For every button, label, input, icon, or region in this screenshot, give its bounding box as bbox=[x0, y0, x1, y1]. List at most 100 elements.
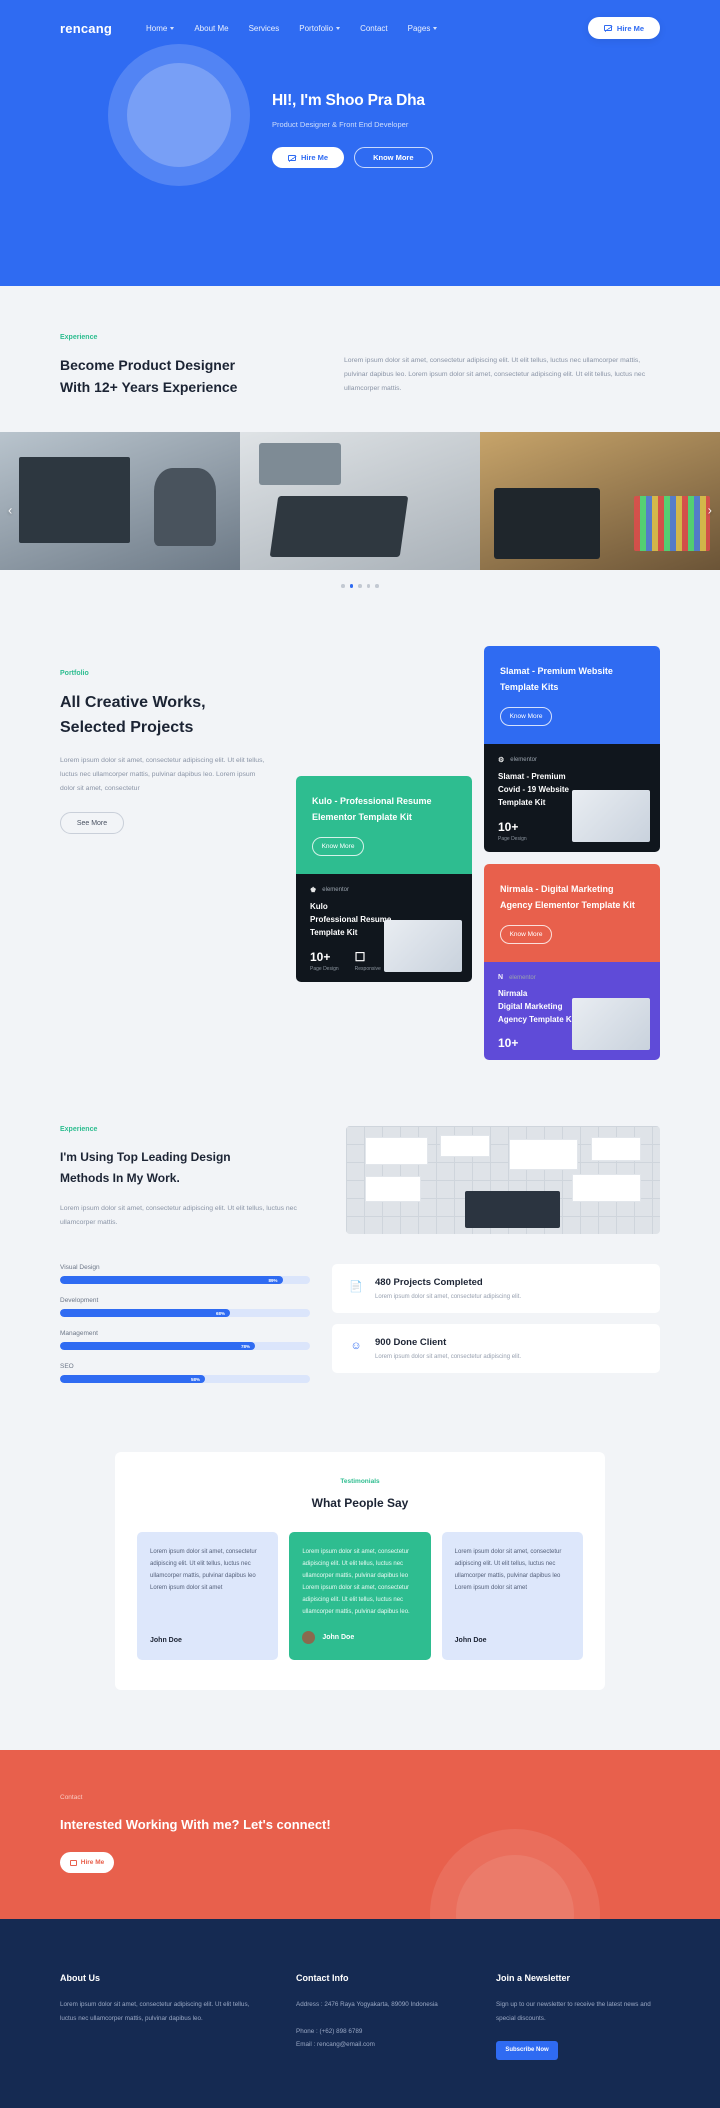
portfolio-heading: All Creative Works, Selected Projects bbox=[60, 691, 268, 741]
cta-hire-me-button[interactable]: Hire Me bbox=[60, 1852, 114, 1874]
hero-hire-me-button[interactable]: Hire Me bbox=[272, 147, 345, 168]
skill-development-bar: 68% bbox=[60, 1309, 310, 1318]
portfolio-card-kulo-know-more-button[interactable]: Know More bbox=[312, 837, 364, 857]
experience-right: Lorem ipsum dolor sit amet, consectetur … bbox=[344, 334, 660, 398]
testimonial-card-2-name: John Doe bbox=[322, 1634, 355, 1642]
portfolio-see-more-button[interactable]: See More bbox=[60, 812, 124, 835]
skill-visual-design-label: Visual Design bbox=[60, 1264, 100, 1272]
skill-management-pct: 78% bbox=[240, 1343, 250, 1349]
portfolio-card-nirmala-brand: elementor bbox=[509, 974, 536, 981]
carousel-dot-1[interactable] bbox=[349, 584, 354, 588]
nav-item-portofolio[interactable]: Portofolio bbox=[299, 23, 341, 33]
testimonial-card-2: Lorem ipsum dolor sit amet, consectetur … bbox=[289, 1532, 431, 1661]
skill-visual-design: Visual Design 89% bbox=[60, 1264, 310, 1285]
portfolio-eyebrow: Portfolio bbox=[60, 669, 89, 677]
testimonial-card-3-quote: Lorem ipsum dolor sit amet, consectetur … bbox=[454, 1549, 562, 1592]
portfolio-card-slamat-preview: ⚙ elementor Slamat - Premium Covid - 19 … bbox=[484, 744, 660, 852]
letter-n-icon: N bbox=[498, 974, 504, 982]
portfolio-cards: Kulo - Professional Resume Elementor Tem… bbox=[296, 645, 660, 1061]
portfolio-card-kulo-preview: ♚ elementor Kulo Professional Resume Tem… bbox=[296, 874, 472, 982]
testimonials-grid: Lorem ipsum dolor sit amet, consectetur … bbox=[137, 1532, 583, 1661]
nav-item-contact[interactable]: Contact bbox=[360, 24, 388, 33]
smiley-icon: ☺ bbox=[350, 1340, 362, 1353]
stats-cards: 📄 480 Projects Completed Lorem ipsum dol… bbox=[332, 1264, 660, 1374]
skill-development-pct: 68% bbox=[215, 1310, 225, 1316]
envelope-icon bbox=[288, 154, 297, 162]
footer-about-heading: About Us bbox=[60, 1973, 100, 1984]
nav-item-about-me-label: About Me bbox=[194, 23, 229, 33]
envelope-icon bbox=[603, 25, 613, 32]
footer-contact-phone[interactable]: Phone : (+62) 898 6789 bbox=[296, 2025, 460, 2038]
skills-and-stats: Visual Design 89% Development 68% Manage… bbox=[60, 1264, 660, 1396]
carousel-slide-2[interactable] bbox=[240, 432, 480, 571]
portfolio-card-slamat-brand: elementor bbox=[510, 757, 537, 764]
portfolio-card-kulo[interactable]: Kulo - Professional Resume Elementor Tem… bbox=[296, 775, 472, 982]
stat-card-clients-desc: Lorem ipsum dolor sit amet, consectetur … bbox=[375, 1354, 522, 1361]
footer-subscribe-button[interactable]: Subscribe Now bbox=[496, 2040, 558, 2060]
portfolio-card-slamat-thumbnail bbox=[572, 789, 650, 842]
nav-item-home[interactable]: Home bbox=[146, 24, 175, 33]
portfolio-card-slamat[interactable]: Slamat - Premium Website Template Kits K… bbox=[484, 645, 660, 852]
hero-body: HI!, I'm Shoo Pra Dha Product Designer &… bbox=[0, 44, 720, 286]
portfolio-card-slamat-know-more-button[interactable]: Know More bbox=[500, 707, 552, 727]
portfolio-heading-line1: All Creative Works, bbox=[60, 693, 206, 711]
skill-seo-bar: 58% bbox=[60, 1375, 310, 1384]
testimonial-card-1: Lorem ipsum dolor sit amet, consectetur … bbox=[137, 1532, 279, 1661]
portfolio-card-nirmala-stat1-number: 10+ bbox=[498, 1036, 519, 1051]
carousel-next-arrow[interactable]: › bbox=[708, 503, 712, 518]
portfolio-card-slamat-title-line1: Slamat - Premium Website bbox=[500, 665, 613, 676]
skill-seo-label: SEO bbox=[60, 1363, 74, 1371]
portfolio-heading-line2: Selected Projects bbox=[60, 718, 194, 736]
cta-hire-me-label: Hire Me bbox=[80, 1859, 105, 1867]
nav-item-portofolio-label: Portofolio bbox=[299, 23, 334, 33]
methods-heading-line2: Methods In My Work. bbox=[60, 1170, 180, 1185]
image-carousel: ‹ › bbox=[0, 432, 720, 588]
skill-seo-pct: 58% bbox=[190, 1376, 200, 1382]
hero-know-more-button[interactable]: Know More bbox=[354, 147, 433, 168]
skill-visual-design-pct: 89% bbox=[268, 1277, 278, 1283]
carousel-dot-2[interactable] bbox=[358, 584, 362, 588]
hero-avatar-circle bbox=[108, 44, 250, 186]
carousel-dot-3[interactable] bbox=[366, 584, 371, 588]
envelope-icon bbox=[69, 1860, 77, 1866]
hero-section: rencang Home About Me Services Portofoli… bbox=[0, 0, 720, 286]
avatar bbox=[302, 1631, 316, 1645]
portfolio-card-kulo-brand: elementor bbox=[322, 887, 349, 894]
gear-icon: ⚙ bbox=[498, 757, 505, 765]
skill-management-label: Management bbox=[60, 1330, 98, 1338]
portfolio-column-left: Kulo - Professional Resume Elementor Tem… bbox=[296, 646, 472, 1061]
portfolio-paragraph: Lorem ipsum dolor sit amet, consectetur … bbox=[60, 757, 265, 793]
experience-paragraph: Lorem ipsum dolor sit amet, consectetur … bbox=[344, 357, 646, 392]
portfolio-card-kulo-stat1-number: 10+ bbox=[310, 949, 331, 964]
carousel-prev-arrow[interactable]: ‹ bbox=[8, 503, 12, 518]
testimonials-section: Testimonials What People Say Lorem ipsum… bbox=[0, 1396, 720, 1751]
carousel-dot-4[interactable] bbox=[375, 584, 379, 588]
portfolio-card-nirmala[interactable]: Nirmala - Digital Marketing Agency Eleme… bbox=[484, 863, 660, 1061]
nav-item-services[interactable]: Services bbox=[249, 24, 280, 33]
nav-item-pages[interactable]: Pages bbox=[408, 24, 438, 33]
hero-hire-me-label: Hire Me bbox=[301, 153, 329, 162]
top-navigation: rencang Home About Me Services Portofoli… bbox=[0, 0, 720, 56]
stat-card-projects: 📄 480 Projects Completed Lorem ipsum dol… bbox=[332, 1264, 660, 1314]
stat-card-projects-number: 480 Projects Completed bbox=[375, 1277, 483, 1289]
skill-development: Development 68% bbox=[60, 1297, 310, 1318]
carousel-slide-3[interactable] bbox=[480, 432, 720, 571]
nav-hire-me-button[interactable]: Hire Me bbox=[587, 17, 660, 39]
experience-left: Experience Become Product Designer With … bbox=[60, 334, 300, 398]
footer-about-text: Lorem ipsum dolor sit amet, consectetur … bbox=[60, 2001, 250, 2022]
site-logo[interactable]: rencang bbox=[60, 21, 112, 36]
chevron-down-icon bbox=[170, 26, 175, 30]
carousel-slide-1[interactable] bbox=[0, 432, 240, 571]
testimonial-card-1-name: John Doe bbox=[150, 1637, 182, 1645]
carousel-dot-0[interactable] bbox=[341, 584, 345, 588]
skills-list: Visual Design 89% Development 68% Manage… bbox=[60, 1264, 310, 1396]
hero-know-more-label: Know More bbox=[373, 153, 414, 162]
nav-item-about-me[interactable]: About Me bbox=[194, 24, 228, 33]
footer-newsletter-text: Sign up to our newsletter to receive the… bbox=[496, 2001, 651, 2022]
footer-contact-email[interactable]: Email : rencang@email.com bbox=[296, 2038, 460, 2051]
footer-contact-column: Contact Info Address : 2476 Raya Yogyaka… bbox=[296, 1973, 460, 2059]
testimonials-eyebrow: Testimonials bbox=[340, 1478, 380, 1486]
portfolio-card-slamat-stat1-caption: Page Design bbox=[498, 835, 527, 842]
portfolio-card-nirmala-know-more-button[interactable]: Know More bbox=[500, 925, 552, 945]
portfolio-card-nirmala-preview: N elementor Nirmala Digital Marketing Ag… bbox=[484, 962, 660, 1061]
